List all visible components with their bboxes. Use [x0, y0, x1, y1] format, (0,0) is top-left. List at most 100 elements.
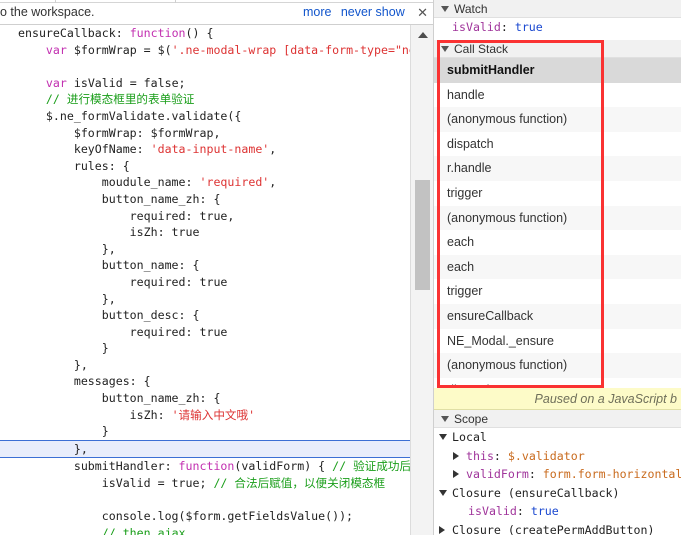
code-token: } [18, 424, 109, 439]
scope-row[interactable]: isValid: true [434, 502, 681, 521]
code-token: // 进行模态框里的表单验证 [45, 92, 195, 107]
code-token: '.ne-modal-wrap [data-form-type="ne"]' [171, 42, 410, 57]
code-token: isValid = false; [66, 75, 186, 90]
code-token: 'required' [199, 175, 270, 190]
code-token: var [45, 75, 67, 90]
call-stack-frame[interactable]: (anonymous function) [434, 107, 681, 132]
call-stack-frame[interactable]: handle [434, 82, 681, 108]
scroll-up-arrow-icon[interactable] [411, 25, 434, 42]
tab-divider-1 [55, 0, 56, 3]
call-stack-frame[interactable]: trigger [434, 180, 681, 206]
code-token: rules: { [18, 158, 130, 173]
call-stack-frame[interactable]: r.handle [434, 156, 681, 181]
more-link[interactable]: more [303, 5, 331, 19]
code-line: $formWrap: $formWrap, [0, 125, 410, 142]
scope-row-separator: : [528, 467, 543, 482]
workspace-notification-bar: o the workspace. more never show ✕ [0, 0, 434, 25]
code-token: required: true [18, 274, 228, 289]
code-line: button_name_zh: { [0, 390, 410, 407]
close-icon[interactable]: ✕ [417, 5, 428, 21]
code-line: button_desc: { [0, 307, 410, 324]
code-token: $formWrap = $( [66, 42, 172, 57]
call-stack-frame[interactable]: trigger [434, 279, 681, 304]
scope-row-name: isValid [468, 504, 517, 519]
watch-section-header[interactable]: Watch [434, 0, 681, 18]
code-line: $.ne_formValidate.validate({ [0, 108, 410, 125]
code-token: keyOfName: [18, 142, 151, 157]
code-token: button_name_zh: { [18, 191, 221, 206]
call-stack-frame[interactable]: (anonymous function) [434, 353, 681, 378]
scope-row[interactable]: Local [434, 428, 681, 447]
code-line: isZh: true [0, 224, 410, 241]
call-stack-frame[interactable]: dispatch [434, 131, 681, 157]
call-stack-section-title: Call Stack [454, 42, 509, 56]
scrollbar-thumb[interactable] [415, 180, 430, 290]
scope-row-value: $.validator [507, 448, 585, 463]
chevron-right-icon[interactable] [439, 525, 445, 534]
code-token: }, [18, 241, 116, 256]
tab-divider-2 [175, 0, 176, 3]
scope-row[interactable]: Closure (ensureCallback) [434, 484, 681, 503]
call-stack-frame[interactable]: each [434, 254, 681, 280]
code-line: } [0, 340, 410, 357]
call-stack-section-header[interactable]: Call Stack [434, 40, 681, 58]
code-line: }, [0, 439, 410, 459]
scope-section-title: Scope [454, 412, 489, 426]
scope-row[interactable]: validForm: form.form-horizontal [434, 465, 681, 484]
notification-actions: more never show ✕ [297, 5, 428, 21]
tab-strip-remnant [0, 0, 434, 3]
call-stack-frame[interactable]: ensureCallback [434, 303, 681, 329]
code-token: button_desc: { [18, 308, 200, 323]
chevron-right-icon[interactable] [453, 470, 459, 479]
code-token: // 验证成功后提交 [332, 459, 410, 474]
code-token: $.ne_formValidate.validate({ [18, 108, 242, 123]
code-line: required: true [0, 324, 410, 341]
chevron-down-icon[interactable] [439, 434, 447, 440]
scope-section-header[interactable]: Scope [434, 410, 681, 428]
code-line: var isValid = false; [0, 75, 410, 92]
code-line: ensureCallback: function() { [0, 25, 410, 42]
never-show-link[interactable]: never show [341, 5, 405, 19]
code-token: messages: { [18, 374, 151, 389]
notification-message: o the workspace. [0, 5, 95, 19]
code-line: }, [0, 241, 410, 258]
code-token: button_name_zh: { [18, 391, 221, 406]
code-vertical-scrollbar[interactable] [410, 25, 434, 535]
scope-row[interactable]: this: $.validator [434, 447, 681, 466]
scope-row[interactable]: Closure (createPermAddButton) [434, 521, 681, 535]
scope-row-name: validForm [466, 467, 529, 482]
code-line: submitHandler: function(validForm) { // … [0, 458, 410, 475]
chevron-down-icon [441, 416, 449, 422]
code-token: (validForm) { [234, 459, 333, 474]
watch-entry[interactable]: isValid: true [452, 18, 681, 37]
scope-tree: Local this: $.validator validForm: form.fo… [434, 428, 681, 535]
watch-entry-name: isValid [452, 20, 501, 34]
chevron-down-icon[interactable] [439, 489, 447, 496]
call-stack-frame[interactable]: each [434, 230, 681, 255]
chevron-right-icon[interactable] [453, 451, 459, 460]
call-stack-frame[interactable]: NE_Modal._ensure [434, 328, 681, 354]
call-stack-list: submitHandler handle (anonymous function) d… [434, 58, 681, 427]
call-stack-frame[interactable]: (anonymous function) [434, 205, 681, 231]
watch-entry-separator: : [500, 20, 515, 34]
code-token: , [269, 142, 277, 157]
code-token: moudule_name: [18, 175, 200, 190]
code-line: keyOfName: 'data-input-name', [0, 141, 410, 158]
chevron-down-icon [441, 46, 449, 52]
code-line: moudule_name: 'required', [0, 174, 410, 191]
code-token: isZh: [18, 407, 172, 422]
scope-row-name: Local [452, 430, 487, 444]
code-line: console.log($form.getFieldsValue()); [0, 508, 410, 525]
code-line: } [0, 423, 410, 440]
code-editor[interactable]: ensureCallback: function() { var $formWr… [0, 25, 410, 535]
code-token: submitHandler: [18, 459, 179, 474]
code-token: isValid = true; [18, 476, 214, 491]
code-token: 'data-input-name' [150, 142, 270, 157]
call-stack-frame[interactable]: submitHandler [434, 58, 681, 83]
code-token: // then ajax... [101, 525, 207, 535]
code-line: // then ajax... [0, 525, 410, 535]
